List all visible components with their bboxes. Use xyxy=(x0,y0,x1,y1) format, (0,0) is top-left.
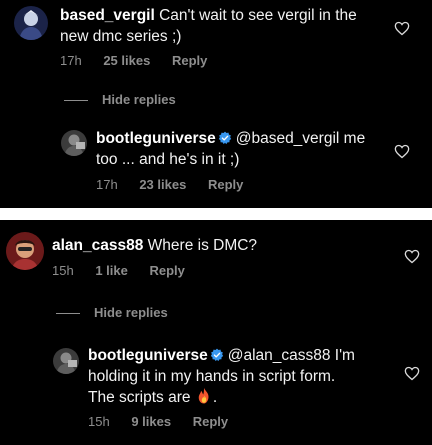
reply-button[interactable]: Reply xyxy=(172,53,207,68)
likes-count[interactable]: 23 likes xyxy=(139,177,186,192)
reply-text-line3-end: . xyxy=(212,389,218,406)
reply-meta: 17h 23 likes Reply xyxy=(96,177,261,192)
hide-replies-line xyxy=(56,313,80,315)
comments-panel-top: based_vergil Can't wait to see vergil in… xyxy=(0,0,432,208)
avatar[interactable] xyxy=(6,232,44,270)
heart-outline-icon[interactable] xyxy=(404,249,420,264)
heart-outline-icon[interactable] xyxy=(394,21,410,36)
hide-replies-label: Hide replies xyxy=(102,92,176,107)
heart-outline-icon[interactable] xyxy=(404,366,420,381)
hide-replies-toggle[interactable]: Hide replies xyxy=(56,305,168,320)
reply-button[interactable]: Reply xyxy=(149,263,184,278)
reply-mention-text: @alan_cass88 I'm xyxy=(227,347,355,364)
timestamp: 15h xyxy=(52,263,74,278)
username[interactable]: bootleguniverse xyxy=(96,130,216,147)
hide-replies-label: Hide replies xyxy=(94,305,168,320)
screenshot-separator xyxy=(0,208,432,220)
reply-text-line2: too ... and he's in it ;) xyxy=(96,151,240,168)
username[interactable]: based_vergil xyxy=(60,7,155,24)
comments-panel-bottom: alan_cass88 Where is DMC? 15h 1 like Rep… xyxy=(0,220,432,445)
verified-badge-icon xyxy=(218,131,231,145)
username[interactable]: bootleguniverse xyxy=(88,347,208,364)
username[interactable]: alan_cass88 xyxy=(52,237,143,254)
comment-text-line2: new dmc series ;) xyxy=(60,28,182,45)
reply-meta: 15h 9 likes Reply xyxy=(88,414,246,429)
fire-emoji-icon xyxy=(198,387,209,404)
comment-text-line1: Where is DMC? xyxy=(147,237,258,254)
heart-outline-icon[interactable] xyxy=(394,144,410,159)
reply-text-line3: The scripts are xyxy=(88,389,191,406)
reply-text: bootleguniverse @alan_cass88 I'm holding… xyxy=(88,345,398,408)
verified-badge-icon xyxy=(210,348,223,362)
comment-meta: 15h 1 like Reply xyxy=(52,263,203,278)
likes-count[interactable]: 1 like xyxy=(95,263,128,278)
comment-text-line1: Can't wait to see vergil in the xyxy=(159,7,357,24)
comment-meta: 17h 25 likes Reply xyxy=(60,53,225,68)
hide-replies-toggle[interactable]: Hide replies xyxy=(64,92,176,107)
avatar[interactable] xyxy=(53,348,79,374)
avatar[interactable] xyxy=(14,6,48,40)
reply-button[interactable]: Reply xyxy=(208,177,243,192)
likes-count[interactable]: 9 likes xyxy=(131,414,171,429)
comment-text: alan_cass88 Where is DMC? xyxy=(52,235,382,256)
comment-text: based_vergil Can't wait to see vergil in… xyxy=(60,5,390,47)
reply-text-line2: holding it in my hands in script form. xyxy=(88,368,336,385)
timestamp: 15h xyxy=(88,414,110,429)
reply-text: bootleguniverse @based_vergil me too ...… xyxy=(96,128,396,170)
hide-replies-line xyxy=(64,100,88,102)
reply-mention-text: @based_vergil me xyxy=(235,130,366,147)
reply-button[interactable]: Reply xyxy=(193,414,228,429)
timestamp: 17h xyxy=(96,177,118,192)
likes-count[interactable]: 25 likes xyxy=(103,53,150,68)
avatar[interactable] xyxy=(61,130,87,156)
timestamp: 17h xyxy=(60,53,82,68)
